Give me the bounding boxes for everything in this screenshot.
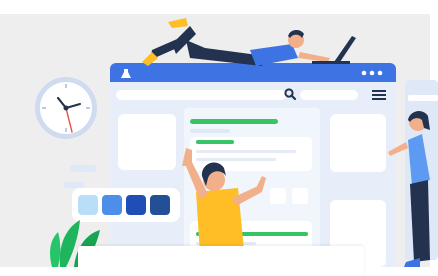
caption-card xyxy=(78,246,364,276)
swatch xyxy=(150,195,170,215)
green-heading-bar xyxy=(190,119,278,124)
top-white-strip xyxy=(0,0,438,14)
swatch xyxy=(102,195,122,215)
decor-bar xyxy=(64,182,84,188)
swatch xyxy=(126,195,146,215)
address-bar[interactable] xyxy=(116,90,286,100)
content-card-right xyxy=(330,114,386,172)
swatch xyxy=(78,195,98,215)
clock-icon xyxy=(35,77,97,139)
text-line xyxy=(196,158,276,161)
content-card-left xyxy=(118,114,176,170)
thumbnail-square xyxy=(270,188,286,204)
decor-bar xyxy=(70,165,96,172)
search-field[interactable] xyxy=(300,90,358,100)
text-line xyxy=(190,129,230,133)
window-dots-icon xyxy=(361,70,383,76)
browser-window xyxy=(110,63,396,267)
color-swatch-palette xyxy=(72,188,180,222)
green-subheading-bar xyxy=(196,140,234,144)
thumbnail-square xyxy=(292,188,308,204)
web-design-illustration xyxy=(0,0,438,267)
text-line xyxy=(196,150,296,153)
